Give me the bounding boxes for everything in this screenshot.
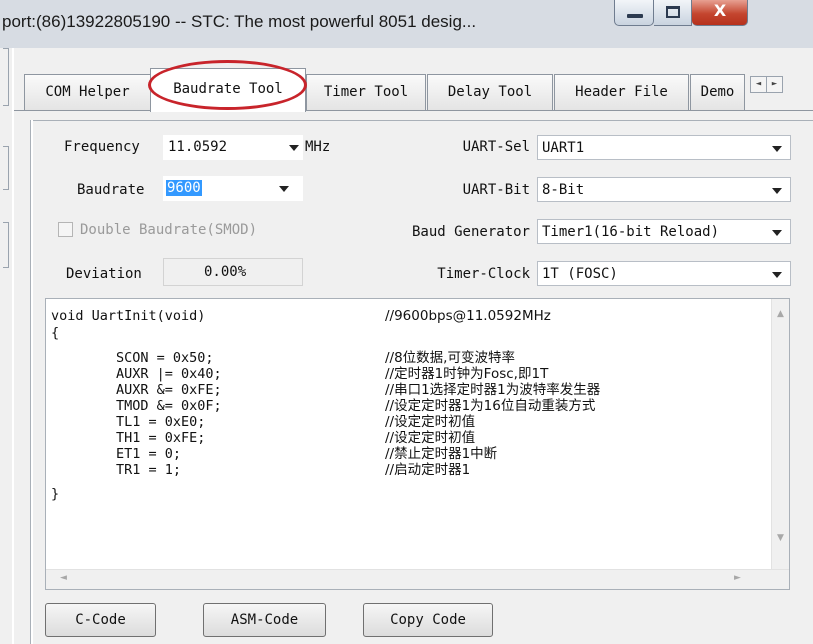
timer-clock-value: 1T (FOSC)	[542, 266, 618, 282]
code-output-textarea[interactable]: void UartInit(void) //9600bps@11.0592MHz {…	[45, 298, 790, 590]
code-comment: //9600bps@11.0592MHz	[385, 308, 551, 324]
maximize-icon	[666, 6, 680, 18]
baud-generator-label: Baud Generator	[411, 224, 530, 240]
code-comment: //8位数据,可变波特率	[385, 350, 515, 366]
code-line: TL1 = 0xE0;	[51, 414, 206, 430]
code-line: AUXR &= 0xFE;	[51, 382, 222, 398]
baudrate-value: 9600	[166, 180, 202, 196]
code-comment: //定时器1时钟为Fosc,即1T	[385, 366, 549, 382]
code-line: void UartInit(void)	[51, 308, 206, 324]
code-line: TMOD &= 0x0F;	[51, 398, 222, 414]
scroll-down-icon[interactable]: ▼	[777, 533, 784, 543]
double-baudrate-label: Double Baudrate(SMOD)	[80, 222, 258, 238]
tab-com-helper[interactable]: COM Helper	[24, 74, 151, 110]
baudrate-combo[interactable]: 9600	[163, 176, 303, 201]
deviation-value: 0.00%	[204, 264, 247, 280]
code-line: ET1 = 0;	[51, 446, 182, 462]
tab-demo[interactable]: Demo	[690, 74, 745, 110]
asm-code-button[interactable]: ASM-Code	[203, 603, 326, 637]
code-line: AUXR |= 0x40;	[51, 366, 222, 382]
tab-timer-tool[interactable]: Timer Tool	[306, 74, 426, 110]
baud-generator-combo[interactable]: Timer1(16-bit Reload)	[537, 219, 791, 244]
left-frame-segment	[3, 48, 9, 106]
code-line: SCON = 0x50;	[51, 350, 214, 366]
close-icon: X	[713, 1, 727, 20]
page-inner-border-left	[30, 120, 33, 644]
code-comment: //设定定时器1为16位自动重装方式	[385, 398, 596, 414]
baudrate-label: Baudrate	[77, 182, 145, 198]
c-code-button[interactable]: C-Code	[45, 603, 156, 637]
left-panel-edge	[0, 48, 12, 644]
tab-delay-tool[interactable]: Delay Tool	[427, 74, 553, 110]
tab-scroll-left-icon[interactable]: ◄	[750, 76, 767, 93]
double-baudrate-checkbox[interactable]	[58, 222, 73, 237]
chevron-down-icon[interactable]	[772, 188, 782, 194]
code-comment: //禁止定时器1中断	[385, 446, 498, 462]
frequency-label: Frequency	[64, 139, 140, 155]
uart-sel-combo[interactable]: UART1	[537, 135, 791, 160]
tab-scroll-right-icon[interactable]: ►	[766, 76, 783, 93]
scroll-left-icon[interactable]: ◄	[60, 573, 67, 583]
chevron-down-icon[interactable]	[279, 186, 289, 192]
code-line: TH1 = 0xFE;	[51, 430, 206, 446]
frequency-unit: MHz	[305, 139, 331, 155]
code-comment: //启动定时器1	[385, 462, 471, 478]
uart-bit-combo[interactable]: 8-Bit	[537, 177, 791, 202]
copy-code-button[interactable]: Copy Code	[363, 603, 493, 637]
frequency-value: 11.0592	[168, 139, 228, 155]
uart-bit-label: UART-Bit	[462, 182, 530, 198]
window-title: port:(86)13922805190 -- STC: The most po…	[2, 12, 477, 31]
timer-clock-combo[interactable]: 1T (FOSC)	[537, 261, 791, 286]
minimize-button[interactable]	[614, 0, 654, 26]
uart-sel-value: UART1	[542, 140, 585, 156]
left-frame-segment	[3, 146, 9, 190]
chevron-down-icon[interactable]	[772, 272, 782, 278]
minimize-icon	[627, 14, 643, 18]
maximize-button[interactable]	[654, 0, 692, 26]
close-button[interactable]: X	[692, 0, 748, 26]
code-comment: //串口1选择定时器1为波特率发生器	[385, 382, 601, 398]
tab-header-file[interactable]: Header File	[554, 74, 689, 110]
horizontal-scrollbar[interactable]: ◄ ►	[46, 569, 789, 589]
vertical-scrollbar[interactable]: ▲ ▼	[771, 299, 789, 571]
code-line: TR1 = 1;	[51, 462, 182, 478]
code-line: {	[51, 325, 60, 341]
timer-clock-label: Timer-Clock	[437, 266, 530, 282]
frequency-combo[interactable]: 11.0592	[163, 135, 303, 160]
scroll-up-icon[interactable]: ▲	[777, 309, 784, 319]
code-line: }	[51, 486, 60, 502]
code-comment: //设定定时初值	[385, 414, 476, 430]
chevron-down-icon[interactable]	[772, 146, 782, 152]
deviation-field: 0.00%	[163, 258, 303, 286]
code-comment: //设定定时初值	[385, 430, 476, 446]
tab-baudrate-tool[interactable]: Baudrate Tool	[150, 68, 306, 112]
uart-sel-label: UART-Sel	[462, 139, 530, 155]
window-title-bar: port:(86)13922805190 -- STC: The most po…	[0, 0, 813, 48]
baud-generator-value: Timer1(16-bit Reload)	[542, 224, 720, 240]
chevron-down-icon[interactable]	[289, 145, 299, 151]
scroll-right-icon[interactable]: ►	[734, 573, 741, 583]
chevron-down-icon[interactable]	[772, 230, 782, 236]
deviation-label: Deviation	[66, 266, 142, 282]
left-frame-segment	[3, 222, 9, 268]
page-inner-border-top	[30, 120, 813, 121]
uart-bit-value: 8-Bit	[542, 182, 585, 198]
